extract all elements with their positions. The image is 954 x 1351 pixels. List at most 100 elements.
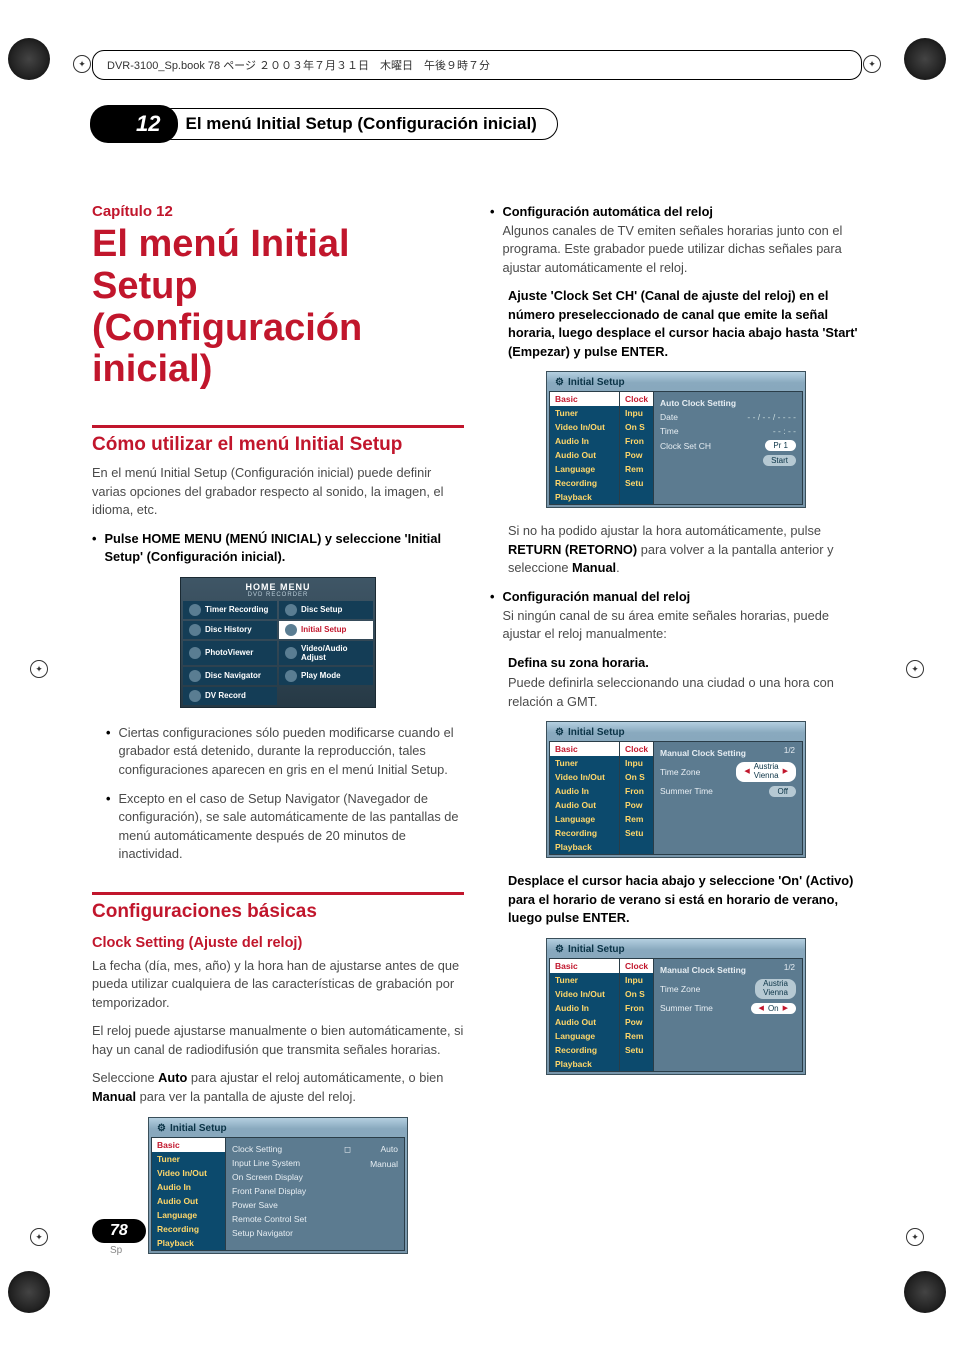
home-item-dv-record: DV Record	[183, 687, 277, 705]
registration-mark-right	[906, 660, 924, 678]
note-bullet: • Excepto en el caso de Setup Navigator …	[92, 790, 464, 864]
osd-side-item: Setu	[620, 1043, 653, 1057]
osd-side-item: Inpu	[620, 406, 653, 420]
chapter-label: Capítulo 12	[92, 203, 464, 220]
bullet-heading: Configuración manual del reloj	[502, 589, 690, 604]
gear-icon: ⚙	[555, 727, 564, 738]
osd-option-auto: ◻ Auto	[344, 1142, 398, 1157]
osd-side-item: Basic	[550, 392, 619, 406]
osd-side-item: Audio In	[550, 1001, 619, 1015]
osd-sidebar-secondary: Clock Inpu On S Fron Pow Rem Setu	[620, 742, 654, 854]
osd-sidebar: Basic Tuner Video In/Out Audio In Audio …	[550, 392, 620, 504]
osd-side-item: Audio Out	[550, 1015, 619, 1029]
osd-heading: Auto Clock Setting	[660, 396, 796, 410]
osd-row-summer-time: Summer Time◀On▶	[660, 1001, 796, 1016]
home-item-timer-recording: Timer Recording	[183, 601, 277, 619]
home-item-photoviewer: PhotoViewer	[183, 641, 277, 665]
home-item-disc-navigator: Disc Navigator	[183, 667, 277, 685]
gear-icon: ⚙	[555, 377, 564, 388]
rule	[92, 892, 464, 895]
osd-side-item: Rem	[620, 1029, 653, 1043]
bullet-icon: •	[106, 724, 110, 780]
osd-row-time: Time- - : - -	[660, 424, 796, 438]
heading-clock-setting: Clock Setting (Ajuste del reloj)	[92, 935, 464, 951]
osd-side-item: Pow	[620, 798, 653, 812]
instruction-bold: Defina su zona horaria.	[490, 654, 862, 673]
note-bullet: • Ciertas configuraciones sólo pueden mo…	[92, 724, 464, 780]
paragraph: Si no ha podido ajustar la hora automáti…	[490, 522, 862, 578]
paragraph: Si ningún canal de su área emite señales…	[502, 608, 829, 642]
osd-menu-item: Input Line System	[232, 1156, 336, 1170]
rule	[92, 425, 464, 428]
home-item-disc-setup: Disc Setup	[279, 601, 373, 619]
gear-icon: ⚙	[157, 1123, 166, 1134]
paragraph: El reloj puede ajustarse manualmente o b…	[92, 1022, 464, 1059]
osd-side-item: Audio Out	[550, 448, 619, 462]
adjust-icon	[285, 647, 297, 659]
bullet-icon: •	[490, 203, 494, 277]
osd-side-item: On S	[620, 420, 653, 434]
paragraph: Algunos canales de TV emiten señales hor…	[502, 223, 842, 275]
registration-mark-tr	[863, 55, 881, 73]
page-number-value: 78	[92, 1219, 146, 1243]
osd-chip: ◀Austria Vienna▶	[736, 762, 796, 782]
osd-side-item: Tuner	[550, 406, 619, 420]
osd-sidebar-secondary: Clock Inpu On S Fron Pow Rem Setu	[620, 392, 654, 504]
osd-side-item: Basic	[152, 1138, 225, 1152]
step-text: Pulse HOME MENU (MENÚ INICIAL) y selecci…	[104, 530, 464, 567]
osd-title: ⚙Initial Setup	[549, 941, 803, 958]
heading-como-utilizar: Cómo utilizar el menú Initial Setup	[92, 434, 464, 456]
bullet-manual-clock: • Configuración manual del reloj Si ning…	[490, 588, 862, 644]
osd-side-item: Audio Out	[550, 798, 619, 812]
print-corner-tl	[8, 38, 50, 80]
osd-side-item: Clock	[620, 392, 653, 406]
osd-side-item: Setu	[620, 476, 653, 490]
osd-side-item: Pow	[620, 448, 653, 462]
nav-icon	[189, 670, 201, 682]
heading-configuraciones-basicas: Configuraciones básicas	[92, 901, 464, 923]
osd-side-item: On S	[620, 770, 653, 784]
osd-side-item: Tuner	[152, 1152, 225, 1166]
note-text: Ciertas configuraciones sólo pueden modi…	[118, 724, 464, 780]
paragraph: Puede definirla seleccionando una ciudad…	[490, 674, 862, 711]
osd-option-manual: ◻ Manual	[344, 1157, 398, 1172]
osd-row-date: Date- - / - - / - - - -	[660, 410, 796, 424]
osd-side-item: Recording	[550, 476, 619, 490]
osd-side-item: Basic	[550, 959, 619, 973]
page-language: Sp	[110, 1245, 146, 1256]
osd-side-item: Inpu	[620, 756, 653, 770]
print-corner-bl	[8, 1271, 50, 1313]
osd-sidebar-secondary: Clock Inpu On S Fron Pow Rem Setu	[620, 959, 654, 1071]
print-corner-br	[904, 1271, 946, 1313]
osd-side-item: Recording	[550, 1043, 619, 1057]
osd-initial-setup-basic: ⚙ Initial Setup Basic Tuner Video In/Out…	[148, 1117, 408, 1254]
home-item-video-audio-adjust: Video/Audio Adjust	[279, 641, 373, 665]
triangle-right-icon: ▶	[783, 1004, 788, 1012]
home-menu-title: HOME MENU	[183, 580, 373, 592]
history-icon	[189, 624, 201, 636]
osd-side-item: Language	[550, 812, 619, 826]
osd-row-start: Start	[660, 453, 796, 468]
osd-side-item: Audio Out	[152, 1194, 225, 1208]
triangle-left-icon: ◀	[759, 1004, 764, 1012]
chapter-title: El menú Initial Setup (Configuración ini…	[92, 224, 464, 391]
osd-side-item: Video In/Out	[550, 770, 619, 784]
instruction-bold: Desplace el cursor hacia abajo y selecci…	[490, 872, 862, 928]
section-title: El menú Initial Setup (Configuración ini…	[156, 108, 557, 140]
osd-side-item: Playback	[550, 490, 619, 504]
paragraph: En el menú Initial Setup (Configuración …	[92, 464, 464, 520]
osd-sidebar: Basic Tuner Video In/Out Audio In Audio …	[550, 742, 620, 854]
print-corner-tr	[904, 38, 946, 80]
page-header: 12 El menú Initial Setup (Configuración …	[90, 105, 558, 143]
chapter-number-tab: 12	[90, 105, 178, 143]
osd-sidebar: Basic Tuner Video In/Out Audio In Audio …	[550, 959, 620, 1071]
osd-side-item: Audio In	[152, 1180, 225, 1194]
triangle-left-icon: ◀	[744, 768, 749, 776]
bullet-auto-clock: • Configuración automática del reloj Alg…	[490, 203, 862, 277]
osd-side-item: Rem	[620, 812, 653, 826]
osd-side-item: Video In/Out	[550, 420, 619, 434]
osd-side-item: Recording	[152, 1222, 225, 1236]
osd-side-item: Basic	[550, 742, 619, 756]
osd-menu-item: Remote Control Set	[232, 1212, 336, 1226]
osd-home-menu: HOME MENU DVD RECORDER Timer Recording D…	[180, 577, 376, 708]
